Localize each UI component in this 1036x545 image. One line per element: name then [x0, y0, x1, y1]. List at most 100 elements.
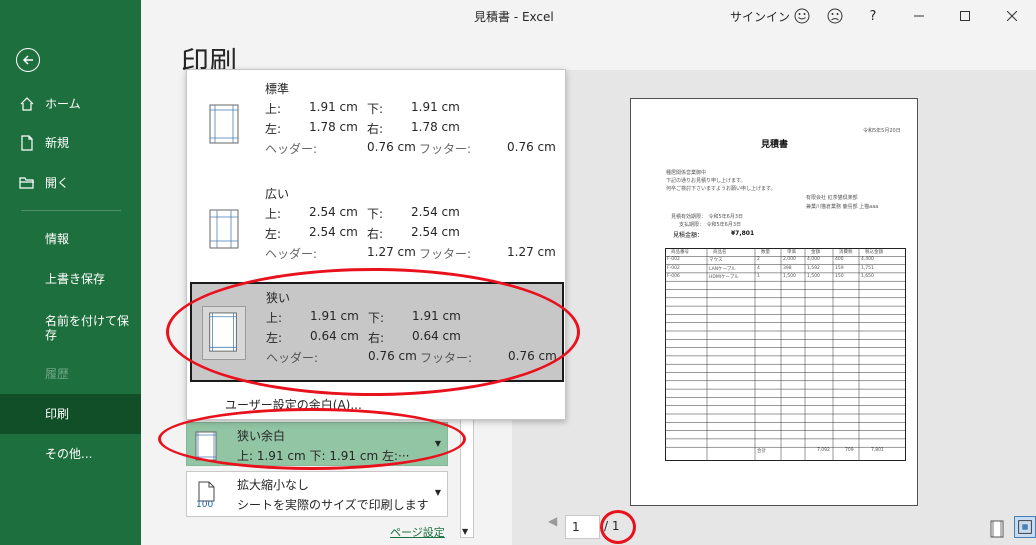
- margin-setting-title: 狭い余白: [237, 429, 286, 443]
- footer-label: フッター:: [419, 142, 472, 156]
- nav-new-label: 新規: [45, 136, 70, 150]
- margin-dropdown[interactable]: 狭い余白 上: 1.91 cm 下: 1.91 cm 左:··· ▼: [186, 422, 448, 466]
- nav-open[interactable]: 開く: [0, 163, 141, 203]
- margin-setting-detail: 上: 1.91 cm 下: 1.91 cm 左:···: [237, 449, 410, 463]
- nav-home-label: ホーム: [45, 97, 81, 111]
- help-icon[interactable]: ?: [863, 6, 883, 26]
- table-cell: 150: [835, 273, 844, 279]
- table-cell: 4,400: [861, 257, 874, 263]
- scroll-down-icon[interactable]: ▼: [462, 527, 468, 536]
- dropdown-arrow-icon: ▼: [434, 488, 441, 497]
- prev-page-icon[interactable]: ◀: [548, 514, 557, 528]
- nav-more[interactable]: その他...: [0, 434, 141, 474]
- table-cell: 1: [757, 273, 760, 279]
- settings-scrollbar[interactable]: ▼: [460, 410, 474, 538]
- home-icon: [19, 96, 45, 112]
- nav-home[interactable]: ホーム: [0, 84, 141, 124]
- top-value: 1.91 cm: [309, 100, 358, 114]
- header-value: 0.76 cm: [368, 349, 417, 363]
- page-setup-link[interactable]: ページ設定: [390, 524, 445, 540]
- left-value: 0.64 cm: [310, 329, 359, 343]
- right-value: 0.64 cm: [412, 329, 461, 343]
- table-header-cell: 商品名: [713, 250, 727, 255]
- minimize-button[interactable]: [909, 6, 929, 26]
- table-cell: 2: [757, 257, 760, 263]
- nav-save-as[interactable]: 名前を付けて保存: [0, 306, 141, 350]
- left-label: 左:: [265, 122, 282, 136]
- page-number-input[interactable]: 1: [565, 515, 600, 539]
- preview-total-value: ¥7,801: [731, 230, 755, 237]
- left-value: 1.78 cm: [309, 120, 358, 134]
- bottom-label: 下:: [367, 207, 384, 221]
- margin-option-normal[interactable]: 標準 上: 1.91 cm 下: 1.91 cm 左: 1.78 cm 右: 1…: [189, 76, 565, 176]
- nav-open-label: 開く: [45, 176, 70, 190]
- table-cell: 4,000: [807, 257, 820, 263]
- table-header-cell: 数量: [761, 250, 770, 255]
- preview-total-label: 見積金額：: [673, 232, 704, 239]
- nav-more-label: その他...: [45, 447, 93, 461]
- header-label: ヘッダー:: [265, 247, 318, 261]
- maximize-button[interactable]: [955, 6, 975, 26]
- right-value: 1.78 cm: [411, 120, 460, 134]
- preview-company: 有限会社 紅茶猫倶楽部: [806, 195, 858, 201]
- sidebar-divider: [21, 210, 121, 211]
- table-cell: マウス: [709, 258, 723, 264]
- header-value: 1.27 cm: [367, 245, 416, 259]
- table-cell: 1,751: [861, 265, 874, 271]
- table-cell: 398: [783, 265, 792, 271]
- dropdown-arrow-icon: ▼: [434, 439, 441, 448]
- window-title: 見積書 - Excel: [474, 10, 554, 24]
- left-value: 2.54 cm: [309, 225, 358, 239]
- custom-margins-item[interactable]: ユーザー設定の余白(A)...: [225, 396, 362, 413]
- view-buttons: [988, 516, 1036, 541]
- title-bar: 見積書 - Excel サインイン ?: [141, 0, 1036, 32]
- table-cell: F-006: [667, 273, 680, 279]
- right-label: 右:: [368, 331, 385, 345]
- table-cell: 159: [835, 265, 844, 271]
- smile-feedback-icon[interactable]: [794, 8, 810, 24]
- table-cell: 1,592: [807, 265, 820, 271]
- nav-print[interactable]: 印刷: [0, 394, 141, 434]
- back-button[interactable]: [16, 48, 40, 72]
- nav-save[interactable]: 上書き保存: [0, 259, 141, 299]
- nav-info-label: 情報: [45, 232, 70, 246]
- zoom-to-page-icon[interactable]: [1013, 516, 1036, 538]
- bottom-label: 下:: [367, 102, 384, 116]
- table-footer-label: 合計: [757, 449, 766, 455]
- left-label: 左:: [265, 227, 282, 241]
- show-margins-icon[interactable]: [988, 520, 1006, 538]
- preview-greeting3: 何卒ご検討下さいますようお願い申し上げます。: [666, 186, 776, 192]
- nav-save-as-label: 名前を付けて保存: [45, 314, 130, 342]
- margin-presets-menu: 標準 上: 1.91 cm 下: 1.91 cm 左: 1.78 cm 右: 1…: [186, 69, 566, 420]
- table-header-cell: 金額: [811, 250, 820, 255]
- close-button[interactable]: [1002, 6, 1022, 26]
- right-label: 右:: [367, 122, 384, 136]
- preview-date: 令和5年5月20日: [863, 128, 901, 134]
- scaling-dropdown[interactable]: 100 拡大縮小なし シートを実際のサイズで印刷します ▼: [186, 471, 448, 517]
- scale-setting-detail: シートを実際のサイズで印刷します: [237, 498, 429, 512]
- table-cell: 1,650: [861, 273, 874, 279]
- margin-option-name: 標準: [265, 82, 290, 96]
- margin-option-name: 狭い: [266, 291, 291, 305]
- signin-link[interactable]: サインイン: [730, 8, 790, 25]
- nav-print-label: 印刷: [45, 407, 70, 421]
- table-cell: 2,000: [783, 257, 796, 263]
- preview-table: [665, 248, 906, 461]
- new-document-icon: [19, 135, 45, 151]
- right-value: 2.54 cm: [411, 225, 460, 239]
- margin-option-wide[interactable]: 広い 上: 2.54 cm 下: 2.54 cm 左: 2.54 cm 右: 2…: [189, 181, 565, 281]
- preview-meta2: 支払期限： 令和5年6月3日: [679, 222, 742, 228]
- preview-address: 兼業川猫倉業務 鹿島部 上猫aaa: [806, 204, 879, 210]
- table-header-cell: 税込金額: [865, 250, 883, 255]
- left-label: 左:: [266, 331, 283, 345]
- table-cell: 1,500: [783, 273, 796, 279]
- margin-option-narrow[interactable]: 狭い 上: 1.91 cm 下: 1.91 cm 左: 0.64 cm 右: 0…: [190, 282, 564, 382]
- top-label: 上:: [265, 207, 282, 221]
- nav-info[interactable]: 情報: [0, 219, 141, 259]
- normal-margin-icon: [209, 104, 239, 144]
- frown-feedback-icon[interactable]: [827, 8, 843, 24]
- table-footer-cell: 7,092: [817, 448, 830, 454]
- bottom-value: 2.54 cm: [411, 205, 460, 219]
- preview-greeting2: 下記の通りお見積り申し上げます。: [666, 178, 746, 184]
- nav-new[interactable]: 新規: [0, 123, 141, 163]
